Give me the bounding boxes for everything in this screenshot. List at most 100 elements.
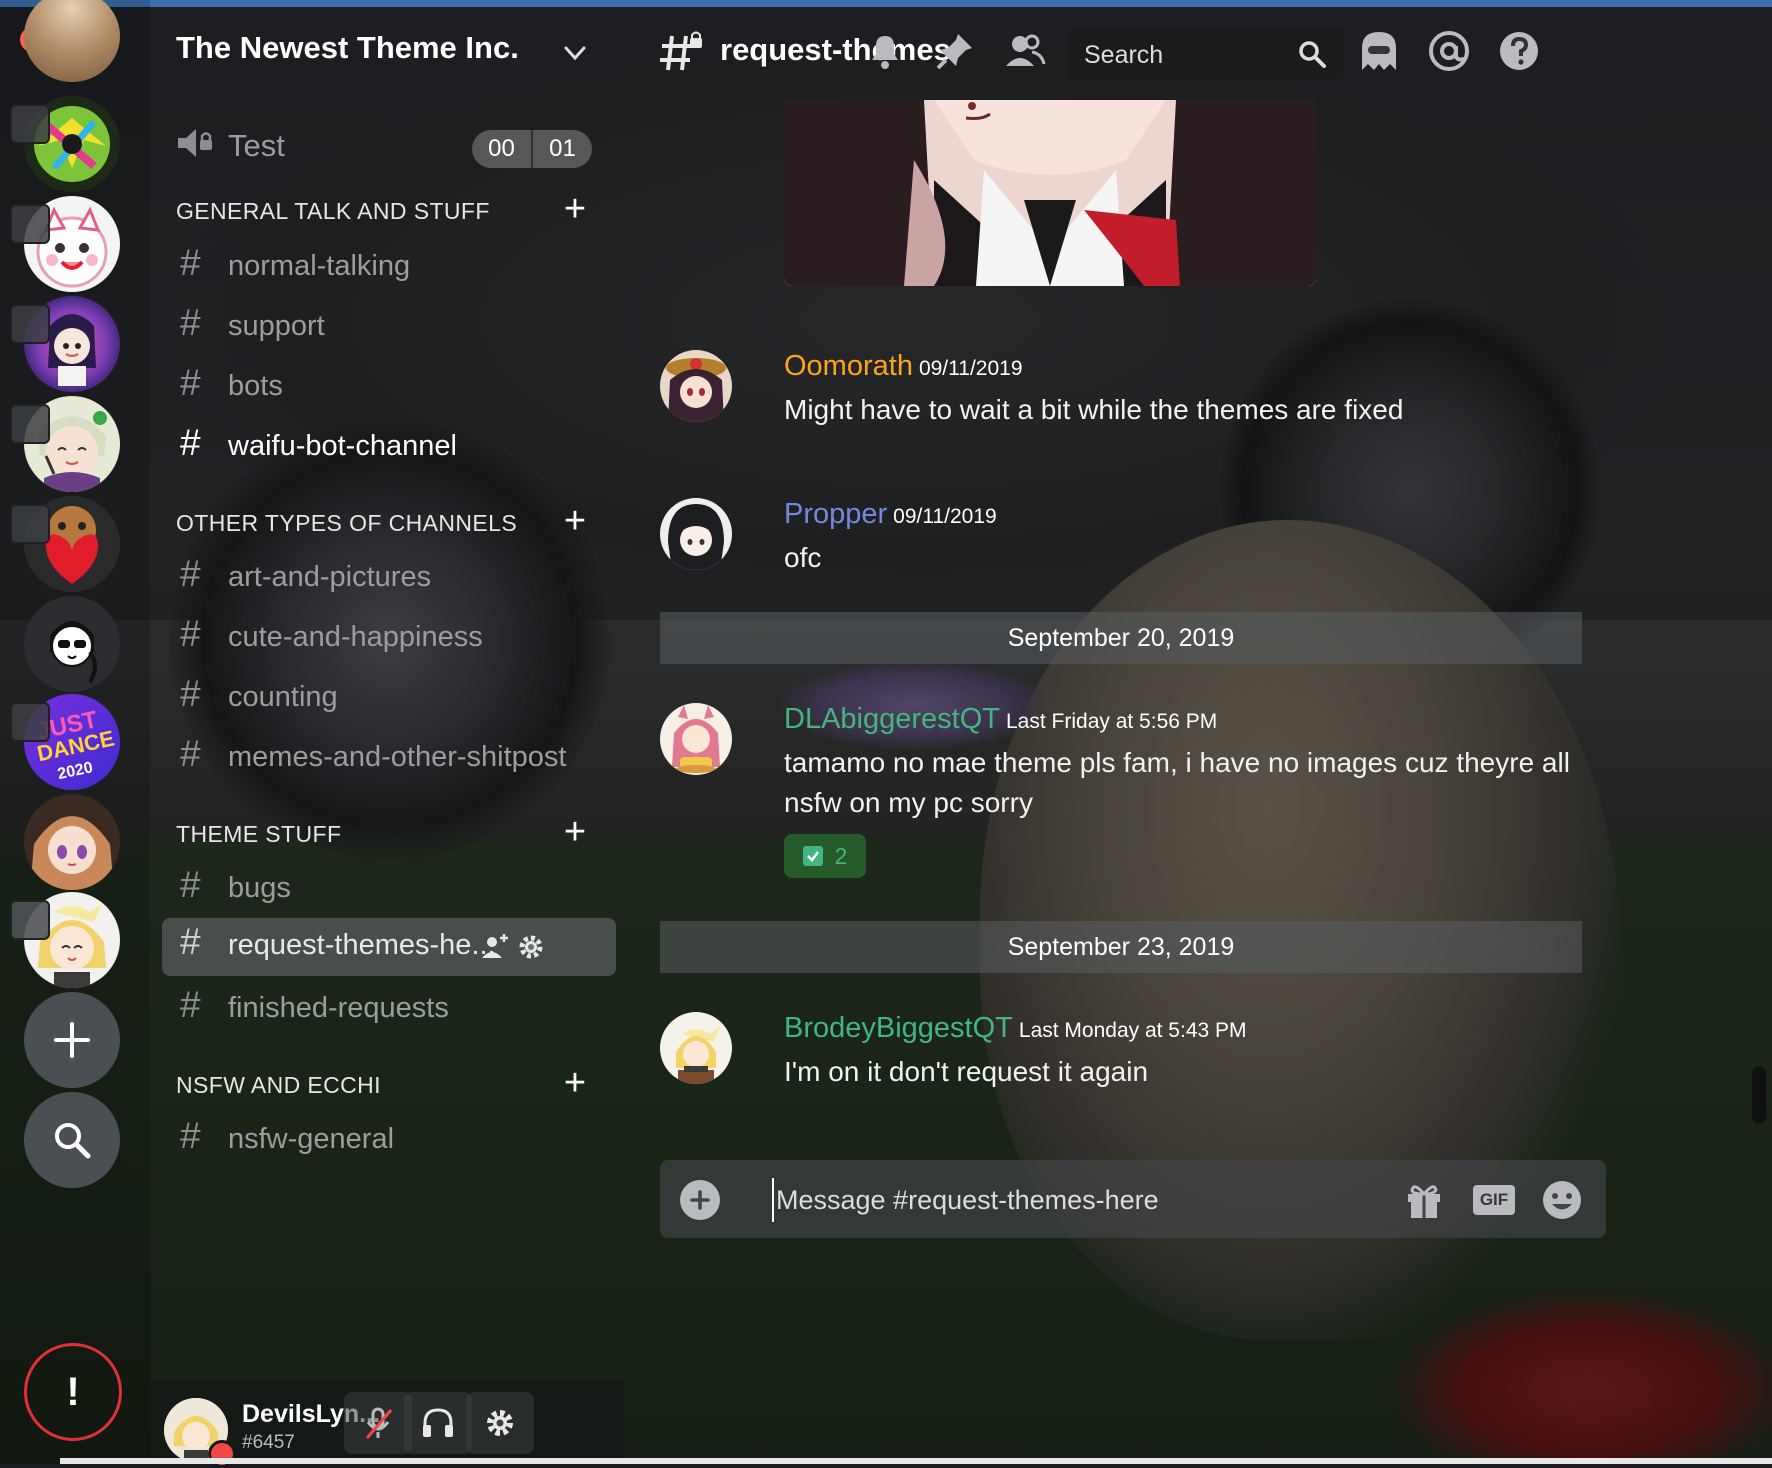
hash-icon: #: [180, 302, 201, 343]
hash-icon: #: [180, 733, 201, 774]
message-text: Might have to wait a bit while the theme…: [784, 394, 1404, 425]
gift-icon: [1408, 1185, 1440, 1218]
server-icon[interactable]: [24, 794, 120, 890]
hash-icon: #: [180, 864, 201, 905]
channel-sidebar: The Newest Theme Inc. Test 00 01 GENERAL…: [150, 0, 624, 1464]
members-icon[interactable]: [1002, 28, 1048, 74]
message-author[interactable]: DLAbiggerestQT: [784, 703, 1000, 735]
user-panel: DevilsLyn... #6457: [150, 1380, 624, 1468]
category-other-types-of-channels[interactable]: OTHER TYPES OF CHANNELS: [176, 510, 517, 537]
avatar[interactable]: [660, 1012, 732, 1084]
gif-button[interactable]: GIF: [1472, 1178, 1516, 1222]
microphone-muted-icon: [365, 1407, 393, 1439]
channel-waifu-bot-channel[interactable]: # waifu-bot-channel: [176, 422, 616, 474]
channel-art-and-pictures[interactable]: # art-and-pictures: [176, 553, 616, 605]
avatar[interactable]: [660, 703, 732, 775]
upload-button[interactable]: [680, 1180, 720, 1220]
hash-icon: #: [180, 673, 201, 714]
message-text: ofc: [784, 542, 822, 573]
invite-member-icon[interactable]: [480, 932, 510, 962]
channel-request-themes-here[interactable]: # request-themes-he...: [162, 918, 616, 976]
reaction-count: 2: [834, 842, 848, 869]
search-icon: [1299, 41, 1326, 68]
avatar[interactable]: [660, 350, 732, 422]
user-tag: #6457: [242, 1432, 295, 1453]
message-timestamp: 09/11/2019: [893, 505, 997, 528]
explore-servers-button[interactable]: [24, 1092, 120, 1188]
search-input[interactable]: [1082, 36, 1286, 74]
help-icon[interactable]: [1496, 28, 1542, 74]
message-timestamp: 09/11/2019: [918, 357, 1023, 380]
unread-marker: [10, 900, 50, 940]
channel-bugs[interactable]: # bugs: [176, 864, 616, 916]
image-attachment[interactable]: [784, 100, 1316, 286]
create-channel-button[interactable]: +: [560, 190, 590, 228]
pin-icon[interactable]: [932, 28, 978, 74]
message-input[interactable]: [772, 1178, 1378, 1222]
channel-nsfw-general[interactable]: # nsfw-general: [176, 1115, 616, 1167]
avatar[interactable]: [660, 498, 732, 570]
date-divider: September 20, 2019: [660, 612, 1582, 664]
message-timestamp: Last Monday at 5:43 PM: [1018, 1019, 1247, 1042]
ghost-icon[interactable]: [1356, 28, 1402, 74]
mute-button[interactable]: [344, 1392, 412, 1454]
window-bottom-edge: [60, 1458, 1772, 1464]
create-channel-button[interactable]: +: [560, 1064, 590, 1102]
locked-hash-icon: #: [180, 921, 201, 962]
mention-icon[interactable]: [1426, 28, 1472, 74]
category-nsfw-and-ecchi[interactable]: NSFW AND ECCHI: [176, 1072, 381, 1099]
message-list: Oomorath 09/11/2019 Might have to wait a …: [624, 100, 1772, 1300]
channel-bots[interactable]: # bots: [176, 362, 616, 414]
smiley-icon: [1543, 1181, 1581, 1219]
category-theme-stuff[interactable]: THEME STUFF: [176, 821, 341, 848]
user-settings-button[interactable]: [466, 1392, 534, 1454]
bell-icon[interactable]: [862, 28, 908, 74]
deafen-button[interactable]: [404, 1392, 472, 1454]
hash-icon: #: [180, 984, 201, 1025]
guild-name: The Newest Theme Inc.: [176, 30, 519, 65]
message-text: tamamo no mae theme pls fam, i have no i…: [784, 747, 1570, 818]
create-channel-button[interactable]: +: [560, 502, 590, 540]
alert-button[interactable]: !: [24, 1343, 122, 1441]
guild-header[interactable]: The Newest Theme Inc.: [150, 0, 624, 100]
unread-marker: [10, 404, 50, 444]
locked-hash-icon: #: [180, 1115, 201, 1156]
category-general-talk-and-stuff[interactable]: GENERAL TALK AND STUFF: [176, 198, 490, 225]
channel-support[interactable]: # support: [176, 302, 616, 354]
add-server-button[interactable]: [24, 992, 120, 1088]
server-icon[interactable]: [24, 596, 120, 692]
channel-finished-requests[interactable]: # finished-requests: [176, 984, 616, 1036]
scrollbar-thumb[interactable]: [1752, 1066, 1766, 1124]
channel-normal-talking[interactable]: # normal-talking: [176, 242, 616, 294]
voice-channel-test[interactable]: Test 00 01: [176, 120, 616, 168]
message-author[interactable]: BrodeyBiggestQT: [784, 1012, 1013, 1044]
gear-icon[interactable]: [516, 932, 546, 962]
headphones-icon: [423, 1408, 453, 1437]
reaction-check[interactable]: 2: [784, 834, 866, 878]
message-author[interactable]: Propper: [784, 498, 887, 530]
gift-button[interactable]: [1402, 1178, 1446, 1222]
gif-icon: GIF: [1473, 1185, 1515, 1215]
voice-channel-name: Test: [228, 128, 285, 163]
emoji-button[interactable]: [1540, 1178, 1584, 1222]
channel-counting[interactable]: # counting: [176, 673, 616, 725]
channel-cute-and-happiness[interactable]: # cute-and-happiness: [176, 613, 616, 665]
channel-title: request-themes-here: [720, 32, 950, 67]
chevron-down-icon: [564, 46, 586, 61]
plus-icon: [54, 1022, 90, 1058]
chat-header: request-themes-here: [624, 0, 1772, 100]
server-icon[interactable]: [24, 0, 120, 82]
message-composer: GIF: [660, 1160, 1606, 1238]
search-icon: [55, 1123, 91, 1159]
server-rail: JUST DANCE 2020 !: [0, 0, 150, 1464]
channel-memes-and-other-shitpost[interactable]: # memes-and-other-shitpost: [176, 733, 616, 785]
unread-marker: [10, 104, 50, 144]
unread-marker: [10, 702, 50, 742]
message-text: I'm on it don't request it again: [784, 1056, 1149, 1087]
date-divider: September 23, 2019: [660, 921, 1582, 973]
hash-icon: #: [180, 553, 201, 594]
message-author[interactable]: Oomorath: [784, 350, 913, 382]
search-box[interactable]: [1068, 28, 1344, 80]
unread-marker: [10, 304, 50, 344]
create-channel-button[interactable]: +: [560, 813, 590, 851]
